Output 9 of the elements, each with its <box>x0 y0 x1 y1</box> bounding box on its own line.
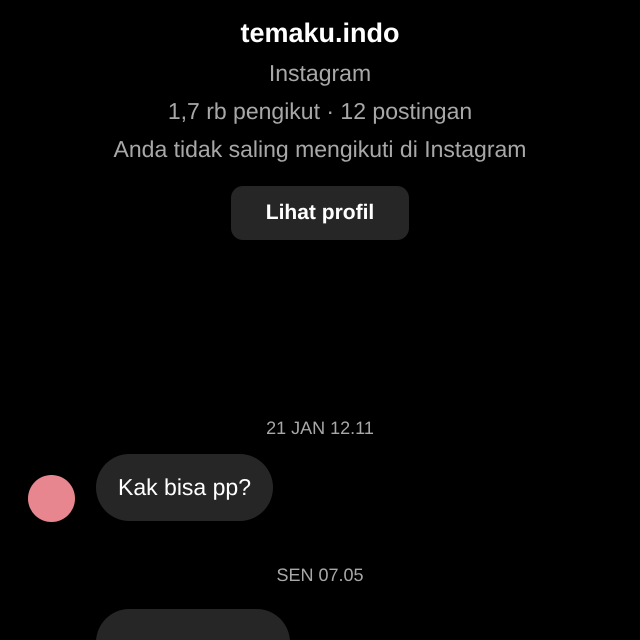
timestamp: SEN 07.05 <box>276 564 364 586</box>
view-profile-button[interactable]: Lihat profil <box>231 186 409 240</box>
profile-stats: 1,7 rb pengikut · 12 postingan <box>168 97 472 126</box>
platform-label: Instagram <box>268 59 372 88</box>
username: temaku.indo <box>240 17 400 50</box>
follow-note: Anda tidak saling mengikuti di Instagram <box>114 135 526 164</box>
avatar[interactable] <box>28 475 75 522</box>
message-bubble: Kak bisa pp? <box>96 454 273 521</box>
timestamp: 21 JAN 12.11 <box>266 416 374 440</box>
